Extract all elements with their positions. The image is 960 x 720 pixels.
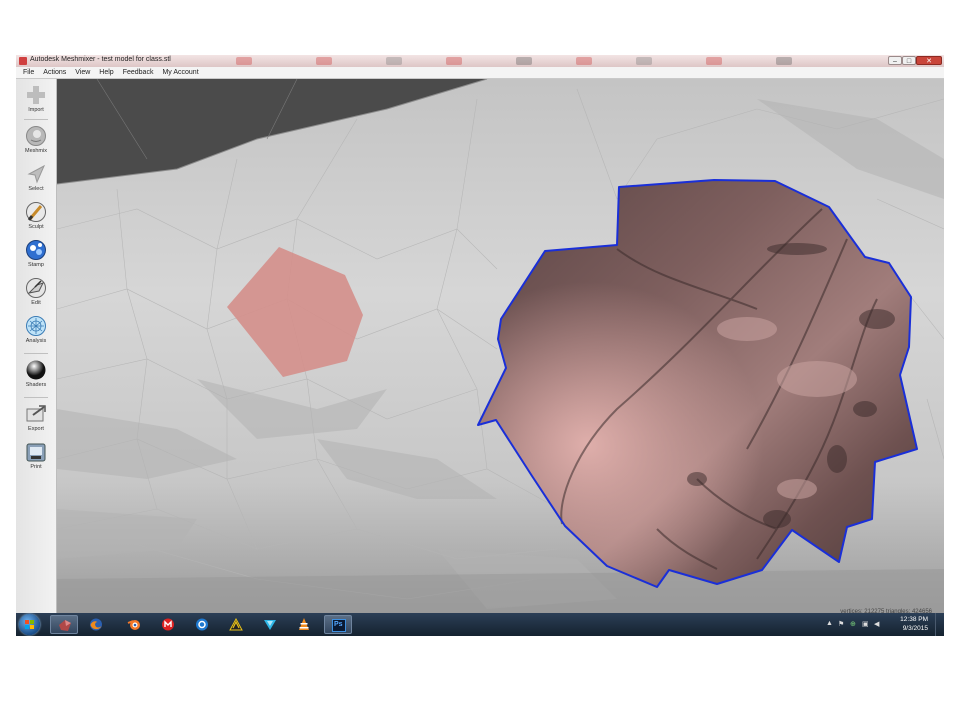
print-button[interactable]: Print xyxy=(16,441,56,475)
menu-help[interactable]: Help xyxy=(97,67,115,78)
app-o-icon xyxy=(196,618,208,631)
shader-sphere-icon xyxy=(26,360,46,380)
brush-icon xyxy=(26,202,46,222)
meshmix-button[interactable]: Meshmix xyxy=(16,125,56,159)
taskbar-makerbot[interactable] xyxy=(154,615,182,634)
volume-icon[interactable]: ◀ xyxy=(874,620,879,628)
tray-app-icon[interactable]: ⊕ xyxy=(850,620,856,628)
toolbar-divider xyxy=(24,119,48,120)
windows-taskbar: Ps ▲ ⚑ ⊕ ▣ ◀ 12:38 PM 9/3/2015 xyxy=(16,613,944,636)
stamp-icon xyxy=(26,240,46,260)
3d-viewport[interactable]: vertices: 212275 triangles: 424656 xyxy=(56,78,944,617)
show-desktop-button[interactable] xyxy=(935,613,944,636)
titlebar-reflection-icon xyxy=(706,57,722,65)
title-bar[interactable]: Autodesk Meshmixer - test model for clas… xyxy=(16,55,944,67)
window-title: Autodesk Meshmixer - test model for clas… xyxy=(30,56,171,63)
menu-feedback[interactable]: Feedback xyxy=(121,67,156,78)
titlebar-reflection-icon xyxy=(776,57,792,65)
export-icon xyxy=(26,405,46,422)
system-tray: ▲ ⚑ ⊕ ▣ ◀ 12:38 PM 9/3/2015 xyxy=(824,613,944,636)
makerbot-icon xyxy=(162,618,174,631)
meshmixer-logo-icon xyxy=(19,57,27,65)
analysis-label: Analysis xyxy=(25,338,47,344)
analysis-button[interactable]: Analysis xyxy=(16,315,56,349)
meshmixer-icon xyxy=(59,620,71,631)
maximize-button[interactable]: □ xyxy=(902,56,916,65)
plus-icon xyxy=(27,86,45,104)
blender-icon xyxy=(127,620,140,630)
taskbar-app-o[interactable] xyxy=(188,615,216,634)
left-toolbar: Import Meshmix Select Sculpt Stamp Edit … xyxy=(16,79,57,617)
printer-icon xyxy=(26,443,46,462)
titlebar-reflection-icon xyxy=(516,57,532,65)
vlc-icon xyxy=(299,618,309,630)
sculpt-label: Sculpt xyxy=(28,224,44,230)
edit-button[interactable]: Edit xyxy=(16,277,56,311)
titlebar-reflection-icon xyxy=(636,57,652,65)
taskbar-vlc[interactable] xyxy=(290,615,318,634)
winamp-icon xyxy=(229,618,243,631)
clock-date[interactable]: 9/3/2015 xyxy=(903,625,928,632)
taskbar-cura[interactable] xyxy=(256,615,284,634)
firefox-icon xyxy=(90,618,102,631)
cura-icon xyxy=(264,620,276,630)
menu-my-account[interactable]: My Account xyxy=(160,67,200,78)
start-button[interactable] xyxy=(19,614,40,635)
analysis-icon xyxy=(26,316,46,336)
titlebar-reflection-icon xyxy=(236,57,252,65)
shaders-label: Shaders xyxy=(25,382,47,388)
menu-bar: File Actions View Help Feedback My Accou… xyxy=(16,67,944,79)
taskbar-winamp[interactable] xyxy=(222,615,250,634)
toolbar-divider xyxy=(24,397,48,398)
titlebar-reflection-icon xyxy=(446,57,462,65)
edit-mesh-icon xyxy=(26,278,46,298)
import-button[interactable]: Import xyxy=(16,84,56,118)
taskbar-photoshop[interactable]: Ps xyxy=(324,615,352,634)
taskbar-firefox[interactable] xyxy=(82,615,110,634)
minimize-button[interactable]: – xyxy=(888,56,902,65)
sculpt-button[interactable]: Sculpt xyxy=(16,201,56,235)
titlebar-reflection-icon xyxy=(316,57,332,65)
meshmixer-window: Autodesk Meshmixer - test model for clas… xyxy=(16,55,944,636)
network-icon[interactable]: ▣ xyxy=(862,620,869,628)
show-hidden-icons-icon[interactable]: ▲ xyxy=(826,620,833,627)
clock-time[interactable]: 12:38 PM xyxy=(900,616,928,623)
titlebar-reflection-icon xyxy=(576,57,592,65)
shaders-button[interactable]: Shaders xyxy=(16,359,56,393)
taskbar-meshmixer[interactable] xyxy=(50,615,78,634)
print-label: Print xyxy=(30,464,42,470)
arrow-cursor-icon xyxy=(27,164,46,184)
menu-actions[interactable]: Actions xyxy=(41,67,68,78)
windows-logo-icon xyxy=(25,620,34,629)
action-center-flag-icon[interactable]: ⚑ xyxy=(838,620,844,628)
titlebar-reflection-icon xyxy=(386,57,402,65)
meshmix-icon xyxy=(26,126,46,146)
toolbar-divider xyxy=(24,353,48,354)
stamp-button[interactable]: Stamp xyxy=(16,239,56,273)
taskbar-blender[interactable] xyxy=(120,615,148,634)
photoshop-label: Ps xyxy=(334,621,343,628)
menu-view[interactable]: View xyxy=(73,67,92,78)
close-button[interactable]: ✕ xyxy=(916,56,942,65)
export-label: Export xyxy=(28,426,44,432)
import-label: Import xyxy=(28,107,44,113)
export-button[interactable]: Export xyxy=(16,403,56,437)
stamp-label: Stamp xyxy=(28,262,44,268)
mesh-canvas[interactable] xyxy=(56,78,944,617)
edit-label: Edit xyxy=(31,300,41,306)
meshmix-label: Meshmix xyxy=(24,148,47,154)
select-label: Select xyxy=(28,186,44,192)
menu-file[interactable]: File xyxy=(21,67,36,78)
select-button[interactable]: Select xyxy=(16,163,56,197)
